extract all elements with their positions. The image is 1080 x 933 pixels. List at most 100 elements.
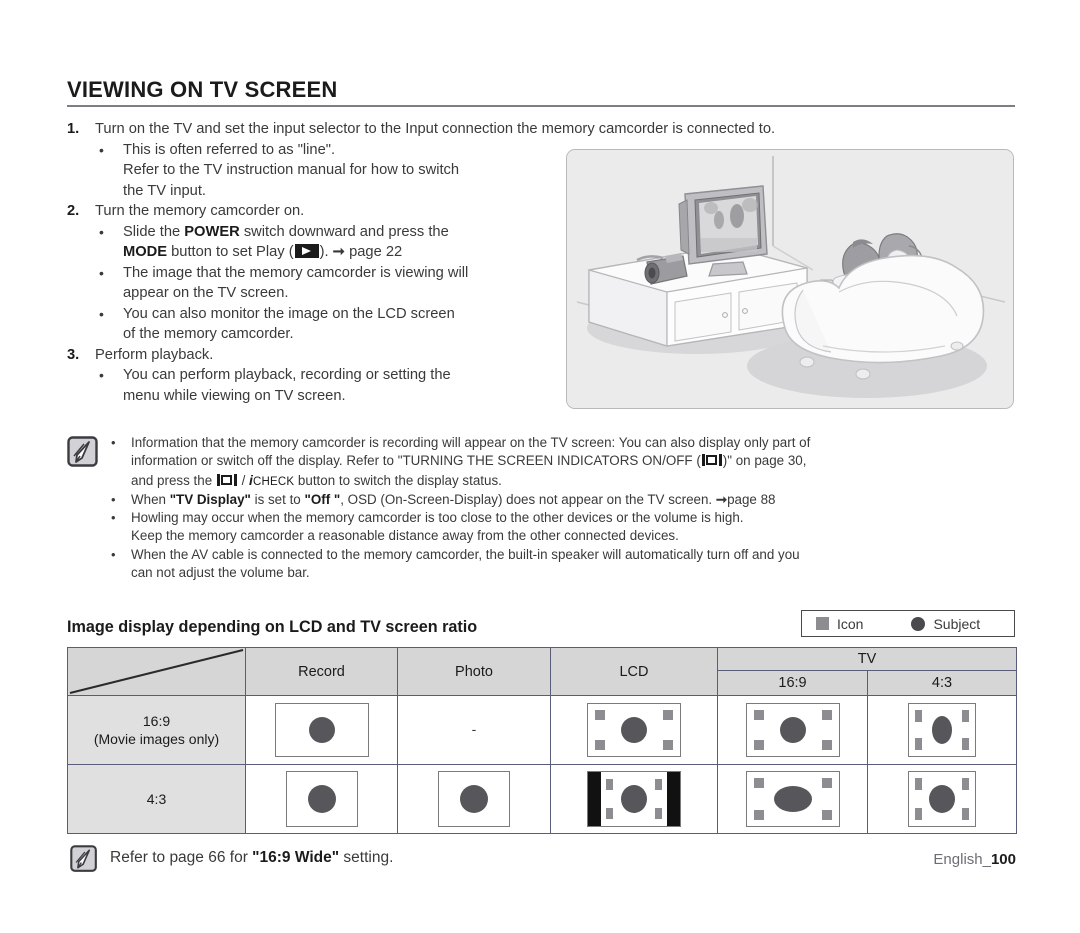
subject-marker-icon xyxy=(621,785,647,813)
tv-display-keyword: "TV Display" xyxy=(169,491,251,507)
icon-marker-icon xyxy=(595,710,605,720)
row-label-169: 16:9 (Movie images only) xyxy=(67,695,246,765)
arrow-right-icon: ➞ xyxy=(715,491,728,507)
table-header-record: Record xyxy=(245,647,398,696)
note-icon-svg xyxy=(67,436,98,467)
table-head: Record Photo LCD TV 16:9 4:3 xyxy=(67,647,1017,696)
step-3-bullet-1-text: You can perform playback, recording or s… xyxy=(123,365,553,406)
cell-43-record xyxy=(245,764,398,834)
icon-marker-icon xyxy=(753,710,764,720)
bullet-marker: • xyxy=(111,510,116,526)
cell-43-photo xyxy=(397,764,551,834)
legend-subject-entry: Subject xyxy=(911,616,980,632)
icon-marker-icon xyxy=(663,710,673,720)
icon-marker-icon xyxy=(821,810,832,820)
ratio-box-narrow-icons xyxy=(908,703,976,757)
page-number: English_100 xyxy=(933,851,1016,868)
legend-icon-label: Icon xyxy=(837,615,864,632)
bullet-marker: • xyxy=(99,264,104,281)
note-item-2: • When "TV Display" is set to "Off ", OS… xyxy=(111,491,1017,509)
footer-note-pre: Refer to page 66 for xyxy=(110,849,253,866)
note-1-line-3b: / xyxy=(237,472,250,488)
step-2-bullet-1-line-1: Slide the POWER switch downward and pres… xyxy=(123,222,553,243)
icon-marker-icon xyxy=(821,710,832,720)
icon-marker-icon xyxy=(753,810,764,820)
table-header-tv: TV xyxy=(717,647,1017,671)
step-2-bullet-3-line-1: You can also monitor the image on the LC… xyxy=(123,305,455,322)
cell-169-photo: - xyxy=(397,695,551,765)
table-body: 16:9 (Movie images only) - 4:3 xyxy=(67,695,1017,834)
cell-43-tv-43 xyxy=(867,764,1017,834)
icon-marker-icon xyxy=(655,779,662,790)
icon-swatch-icon xyxy=(816,617,829,630)
step-2-bullet-3-line-2: of the memory camcorder. xyxy=(123,326,294,342)
play-text-after: ). xyxy=(319,244,333,260)
step-1-bullet-1-text: This is often referred to as "line". Ref… xyxy=(123,140,553,202)
step-2-bullet-2-line-1: The image that the memory camcorder is v… xyxy=(123,264,469,281)
table-header-lcd: LCD xyxy=(550,647,718,696)
power-keyword: POWER xyxy=(184,223,240,240)
table-row: 4:3 xyxy=(67,764,1017,834)
note-4-line-1: When the AV cable is connected to the me… xyxy=(131,546,800,562)
cell-169-photo-dash: - xyxy=(471,721,477,737)
cell-169-lcd xyxy=(550,695,718,765)
note-1-line-2b: )" on page 30, xyxy=(722,453,807,469)
note-pencil-icon xyxy=(67,436,99,468)
page-ref-22: page 22 xyxy=(349,244,403,260)
legend-icon-entry: Icon xyxy=(816,616,863,632)
manual-page: VIEWING ON TV SCREEN 1. Turn on the TV a… xyxy=(0,0,1080,933)
step-1-bullet-1-line-1: This is often referred to as "line". xyxy=(123,141,336,158)
icon-marker-icon xyxy=(663,740,673,750)
table-caption: Image display depending on LCD and TV sc… xyxy=(67,618,478,636)
icon-marker-icon xyxy=(915,738,922,750)
ratio-box-wide-stretched xyxy=(745,771,840,827)
letterbox-bar-left-icon xyxy=(588,772,601,826)
table-row: 16:9 (Movie images only) - xyxy=(67,695,1017,765)
icon-marker-icon xyxy=(962,710,969,722)
icon-marker-icon xyxy=(606,808,613,819)
page-heading: VIEWING ON TV SCREEN xyxy=(67,78,1015,107)
footer-note-post: setting. xyxy=(339,849,394,866)
note-1-line-2a: information or switch off the display. R… xyxy=(131,453,701,469)
step-1-bullet-1-line-2: Refer to the TV instruction manual for h… xyxy=(123,162,460,178)
note-block: • Information that the memory camcorder … xyxy=(67,434,1017,582)
note-3-line-2: Keep the memory camcorder a reasonable d… xyxy=(131,528,679,544)
cell-43-tv-169 xyxy=(717,764,868,834)
note-4-line-2: can not adjust the volume bar. xyxy=(131,565,310,581)
table-head-row-1: Record Photo LCD TV xyxy=(67,647,1017,696)
subject-marker-icon xyxy=(932,716,952,744)
icon-marker-icon xyxy=(962,808,969,820)
screen-indicator-icon xyxy=(216,473,237,486)
mode-keyword: MODE xyxy=(123,244,168,260)
subject-marker-icon xyxy=(460,785,488,813)
table-legend: Icon Subject xyxy=(801,610,1015,637)
ratio-box-standard xyxy=(438,771,510,827)
row-label-169-line-2: (Movie images only) xyxy=(93,731,220,747)
icon-marker-icon xyxy=(915,808,922,820)
slide-text-mid: switch downward and press the xyxy=(239,223,449,240)
note-1-line-3: and press the / iCHECK button to switch … xyxy=(131,471,1017,491)
subject-marker-icon xyxy=(308,717,335,743)
note-item-1-text: Information that the memory camcorder is… xyxy=(131,434,1017,491)
ratio-table: Record Photo LCD TV 16:9 4:3 16:9 (Movie… xyxy=(67,647,1017,834)
page-title: VIEWING ON TV SCREEN xyxy=(67,77,338,102)
step-1-bullet-1-line-3: the TV input. xyxy=(123,182,207,199)
slide-text-pre: Slide the xyxy=(123,223,185,240)
ratio-box-standard-icons xyxy=(908,771,976,827)
table-corner-cell xyxy=(67,647,246,696)
bullet-marker: • xyxy=(111,546,116,562)
icon-marker-icon xyxy=(962,778,969,790)
page-ref-88: page 88 xyxy=(727,491,776,507)
step-2-bullet-1-text: Slide the POWER switch downward and pres… xyxy=(123,222,553,263)
page-number-label: English_ xyxy=(933,851,991,868)
bullet-marker: • xyxy=(99,141,104,158)
note-1-line-1: Information that the memory camcorder is… xyxy=(131,435,811,450)
ratio-box-wide xyxy=(274,703,369,757)
step-2-bullet-2-text: The image that the memory camcorder is v… xyxy=(123,263,553,304)
note-1-line-3e: button to switch the display status. xyxy=(294,472,502,488)
note-3-line-1: Howling may occur when the memory camcor… xyxy=(131,510,744,526)
step-3-bullet-1-line-2: menu while viewing on TV screen. xyxy=(123,387,346,404)
row-label-169-line-1: 16:9 xyxy=(142,713,171,729)
step-1-text: Turn on the TV and set the input selecto… xyxy=(95,121,776,137)
letterbox-bar-right-icon xyxy=(667,772,680,826)
